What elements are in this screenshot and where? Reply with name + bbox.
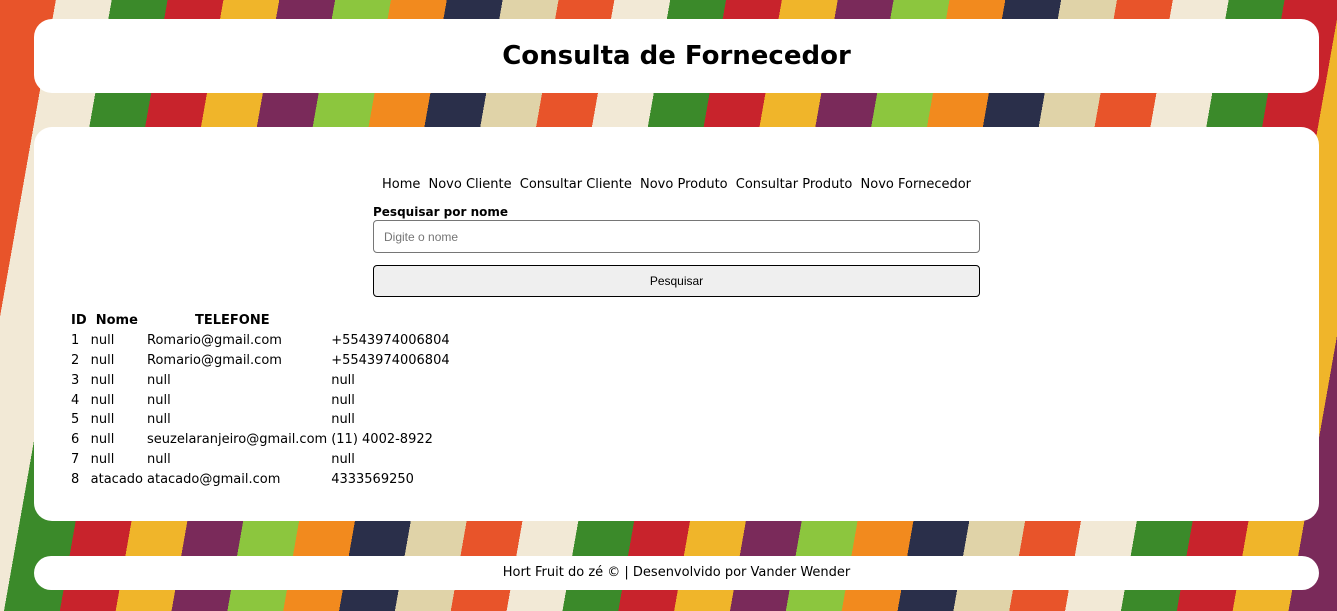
table-cell: atacado	[90, 471, 143, 487]
table-cell: 8	[71, 471, 80, 487]
nav-link-novo-fornecedor[interactable]: Novo Fornecedor	[861, 177, 972, 192]
table-cell: null	[90, 333, 115, 349]
table-cell: 6	[71, 432, 80, 448]
nav-menu: Home Novo Cliente Consultar Cliente Novo…	[34, 177, 1319, 192]
table-row: 5 null null null	[69, 410, 452, 430]
footer-panel: Hort Fruit do zé © | Desenvolvido por Va…	[34, 556, 1319, 590]
nav-link-label: Cliente	[586, 177, 632, 192]
table-row: 3 null null null	[69, 370, 452, 390]
search-button[interactable]: Pesquisar	[373, 265, 980, 297]
table-header-row: ID Nome TELEFONE	[69, 311, 452, 331]
supplier-table: ID Nome TELEFONE 1 null Romario@gmail.com +…	[69, 311, 452, 489]
page-title: Consulta de Fornecedor	[502, 41, 851, 71]
search-input[interactable]	[373, 220, 980, 253]
nav-link-home[interactable]: Home	[382, 177, 420, 192]
nav-link-label: Cliente	[465, 177, 512, 192]
main-panel: Home Novo Cliente Consultar Cliente Novo…	[34, 127, 1319, 521]
table-cell: null	[90, 412, 115, 428]
table-cell: 3	[71, 372, 80, 388]
table-cell: null	[331, 412, 355, 428]
nav-link-label: Novo	[639, 177, 674, 192]
table-cell: 2	[71, 352, 80, 368]
search-label: Pesquisar por nome	[373, 205, 509, 219]
header-panel: Consulta de Fornecedor	[34, 19, 1319, 93]
nav-link-label: Consultar	[519, 177, 583, 192]
column-header-nome: Nome	[95, 313, 138, 329]
table-cell: seuzelaranjeiro@gmail.com	[147, 432, 328, 448]
table-cell: null	[147, 412, 171, 428]
table-cell: null	[147, 372, 171, 388]
table-row: 7 null null null	[69, 450, 452, 470]
table-row: 8 atacado atacado@gmail.com 4333569250	[69, 469, 452, 489]
table-cell: 5	[71, 412, 80, 428]
nav-link-novo-produto[interactable]: Novo Produto	[640, 177, 728, 192]
table-cell: Romario@gmail.com	[147, 352, 282, 368]
table-cell: 1	[71, 333, 80, 349]
table-cell: +5543974006804	[331, 333, 450, 349]
footer-text: Hort Fruit do zé © | Desenvolvido por Va…	[502, 565, 851, 580]
nav-link-label: Fornecedor	[898, 177, 972, 192]
nav-link-label: Novo	[860, 177, 894, 192]
table-cell: atacado@gmail.com	[147, 471, 281, 487]
table-cell: (11) 4002-8922	[331, 432, 433, 448]
column-header-telefone: TELEFONE	[195, 313, 270, 329]
table-body: 1 null Romario@gmail.com +5543974006804 2 nul…	[69, 331, 452, 489]
nav-link-novo-cliente[interactable]: Novo Cliente	[429, 177, 512, 192]
table-cell: null	[147, 451, 171, 467]
nav-link-consultar-cliente[interactable]: Consultar Cliente	[520, 177, 632, 192]
table-cell: 4333569250	[331, 471, 414, 487]
column-header-id: ID	[71, 313, 87, 329]
table-row: 1 null Romario@gmail.com +5543974006804	[69, 331, 452, 351]
table-cell: null	[331, 372, 355, 388]
nav-link-label: Consultar	[735, 177, 799, 192]
table-row: 4 null null null	[69, 390, 452, 410]
table-cell: null	[90, 372, 115, 388]
table-row: 2 null Romario@gmail.com +5543974006804	[69, 351, 452, 371]
nav-link-consultar-produto[interactable]: Consultar Produto	[736, 177, 853, 192]
table-cell: null	[147, 392, 171, 408]
table-cell: null	[90, 392, 115, 408]
table-cell: null	[331, 451, 355, 467]
table-cell: null	[90, 432, 115, 448]
table-cell: null	[90, 352, 115, 368]
table-cell: null	[90, 451, 115, 467]
table-row: 6 null seuzelaranjeiro@gmail.com (11) 4002-…	[69, 430, 452, 450]
table-cell: +5543974006804	[331, 352, 450, 368]
search-form: Pesquisar por nome Pesquisar	[373, 205, 980, 297]
nav-link-label: Novo	[428, 177, 462, 192]
table-cell: null	[331, 392, 355, 408]
nav-link-label: Produto	[802, 177, 853, 192]
table-cell: 4	[71, 392, 80, 408]
table-cell: Romario@gmail.com	[147, 333, 282, 349]
table-cell: 7	[71, 451, 80, 467]
nav-link-label: Produto	[677, 177, 728, 192]
